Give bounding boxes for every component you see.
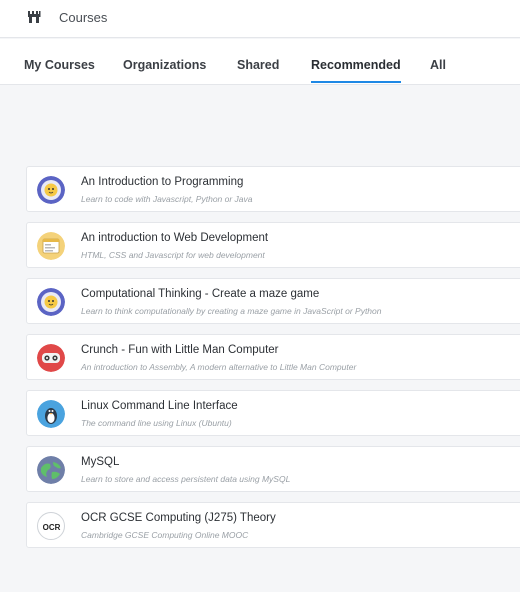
course-card-crunch[interactable]: Crunch - Fun with Little Man Computer An… (26, 334, 520, 380)
course-subtitle: The command line using Linux (Ubuntu) (81, 418, 232, 428)
astronaut-icon (37, 176, 65, 204)
globe-icon (37, 456, 65, 484)
penguin-icon (37, 400, 65, 428)
course-subtitle: An introduction to Assembly, A modern al… (81, 362, 357, 372)
web-browser-icon (37, 232, 65, 260)
course-subtitle: Learn to code with Javascript, Python or… (81, 194, 253, 204)
course-title: Computational Thinking - Create a maze g… (81, 288, 320, 300)
course-card-computational-thinking[interactable]: Computational Thinking - Create a maze g… (26, 278, 520, 324)
tab-my-courses[interactable]: My Courses (24, 58, 95, 72)
ocr-logo-icon: OCR (37, 512, 65, 540)
course-title: An Introduction to Programming (81, 176, 244, 188)
course-card-mysql[interactable]: MySQL Learn to store and access persiste… (26, 446, 520, 492)
astronaut-icon (37, 288, 65, 316)
ocr-logo-text: OCR (43, 523, 61, 532)
course-tabs: My Courses Organizations Shared Recommen… (0, 39, 520, 85)
tab-recommended[interactable]: Recommended (311, 58, 401, 83)
top-bar: Courses (0, 0, 520, 38)
course-title: Crunch - Fun with Little Man Computer (81, 344, 279, 356)
tab-shared[interactable]: Shared (237, 58, 279, 72)
course-subtitle: Learn to think computationally by creati… (81, 306, 382, 316)
course-card-linux-cli[interactable]: Linux Command Line Interface The command… (26, 390, 520, 436)
course-card-ocr-gcse[interactable]: OCR OCR GCSE Computing (J275) Theory Cam… (26, 502, 520, 548)
tab-all[interactable]: All (430, 58, 446, 72)
course-subtitle: Learn to store and access persistent dat… (81, 474, 291, 484)
tab-organizations[interactable]: Organizations (123, 58, 206, 72)
course-title: MySQL (81, 456, 120, 468)
course-card-intro-programming[interactable]: An Introduction to Programming Learn to … (26, 166, 520, 212)
course-subtitle: HTML, CSS and Javascript for web develop… (81, 250, 265, 260)
course-subtitle: Cambridge GCSE Computing Online MOOC (81, 530, 249, 540)
course-title: OCR GCSE Computing (J275) Theory (81, 512, 276, 524)
course-card-web-development[interactable]: An introduction to Web Development HTML,… (26, 222, 520, 268)
castle-icon[interactable] (27, 10, 41, 24)
page-title: Courses (59, 10, 108, 25)
course-title: Linux Command Line Interface (81, 400, 238, 412)
course-title: An introduction to Web Development (81, 232, 269, 244)
robot-icon (37, 344, 65, 372)
